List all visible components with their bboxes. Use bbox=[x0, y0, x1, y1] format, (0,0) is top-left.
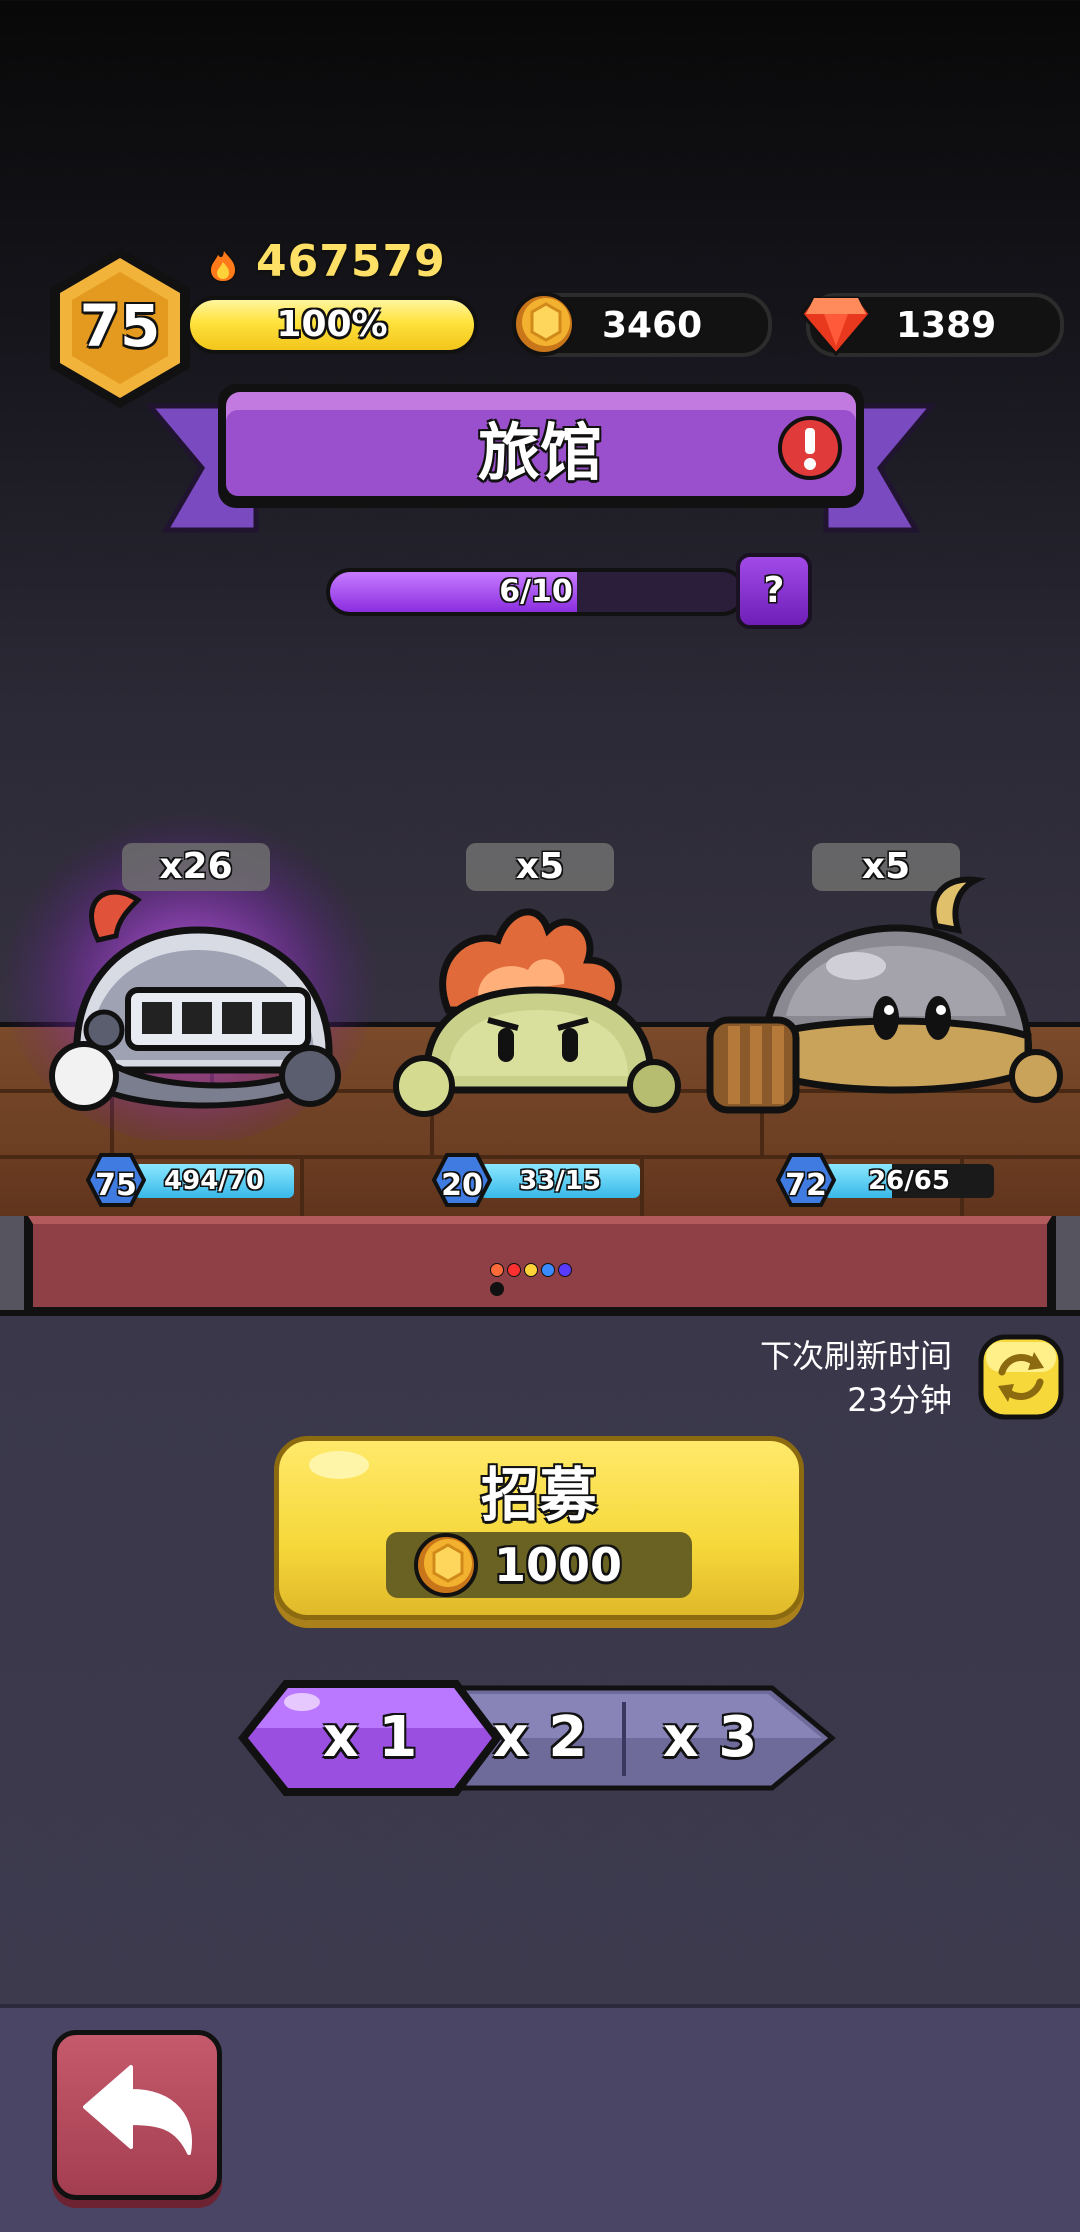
page-dot bbox=[490, 1263, 504, 1277]
page-title: 旅馆 bbox=[477, 416, 602, 489]
back-arrow-icon bbox=[83, 2065, 192, 2155]
multiplier-option-x3[interactable]: x 3 bbox=[640, 1700, 780, 1776]
inn-progress-bar: 6/10 bbox=[326, 568, 746, 616]
page-dot bbox=[558, 1263, 572, 1277]
refresh-icon bbox=[978, 1334, 1064, 1420]
help-button[interactable]: ? bbox=[736, 553, 812, 629]
inn-progress-text: 6/10 bbox=[499, 574, 573, 609]
xp-percent-text: 100% bbox=[276, 304, 388, 345]
page-dot bbox=[507, 1263, 521, 1277]
refresh-time-value: 23分钟 bbox=[847, 1381, 952, 1419]
page-dot bbox=[541, 1263, 555, 1277]
back-button[interactable] bbox=[52, 2030, 222, 2200]
hero-level-text: 20 bbox=[441, 1168, 483, 1203]
refresh-button[interactable] bbox=[978, 1334, 1064, 1420]
hero-stat-text: 494/70 bbox=[164, 1166, 264, 1196]
multiplier-option-x2[interactable]: x 2 bbox=[470, 1700, 610, 1776]
hero-stat-bar: 33/15 bbox=[480, 1164, 640, 1198]
page-dot bbox=[524, 1263, 538, 1277]
multiplier-option-x1[interactable]: x 1 bbox=[290, 1700, 450, 1776]
bomb-slime-icon[interactable] bbox=[706, 866, 1066, 1122]
refresh-timer: 下次刷新时间 23分钟 bbox=[640, 1334, 952, 1422]
flame-icon bbox=[204, 244, 242, 284]
shelf-side-left bbox=[0, 1216, 28, 1312]
gem-value: 1389 bbox=[896, 305, 997, 346]
gold-value: 3460 bbox=[602, 305, 703, 346]
hero-stat-bar: 26/65 bbox=[824, 1164, 994, 1198]
red-gem-icon bbox=[800, 294, 872, 357]
hero-count-badge: x5 bbox=[466, 843, 614, 891]
refresh-label: 下次刷新时间 bbox=[759, 1337, 952, 1375]
gold-coin-icon bbox=[510, 290, 578, 358]
shelf-side-right bbox=[1052, 1216, 1080, 1312]
hero-level-text: 75 bbox=[95, 1168, 137, 1203]
alert-icon[interactable] bbox=[776, 414, 844, 482]
hero-stat-text: 33/15 bbox=[519, 1166, 601, 1196]
knight-helmet-slime-icon[interactable] bbox=[38, 880, 348, 1120]
xp-progress-bar: 100% bbox=[186, 296, 478, 354]
hero-stat-panel: 494/70 75 bbox=[86, 1153, 306, 1207]
hero-stat-panel: 26/65 72 bbox=[776, 1153, 996, 1207]
hero-stat-text: 26/65 bbox=[868, 1166, 950, 1196]
recruit-label: 招募 bbox=[480, 1461, 597, 1529]
page-dot bbox=[490, 1282, 504, 1296]
shelf-divider bbox=[0, 1310, 1080, 1316]
flame-slime-icon[interactable] bbox=[388, 900, 688, 1120]
gold-coin-icon bbox=[412, 1530, 480, 1600]
page-indicator-dots bbox=[490, 1262, 590, 1296]
player-level-text: 75 bbox=[79, 292, 161, 360]
recruit-cost-value: 1000 bbox=[494, 1538, 623, 1592]
hero-stat-panel: 33/15 20 bbox=[432, 1153, 652, 1207]
hero-level-text: 72 bbox=[785, 1168, 827, 1203]
hero-stat-bar: 494/70 bbox=[134, 1164, 294, 1198]
power-value: 467579 bbox=[256, 236, 446, 287]
